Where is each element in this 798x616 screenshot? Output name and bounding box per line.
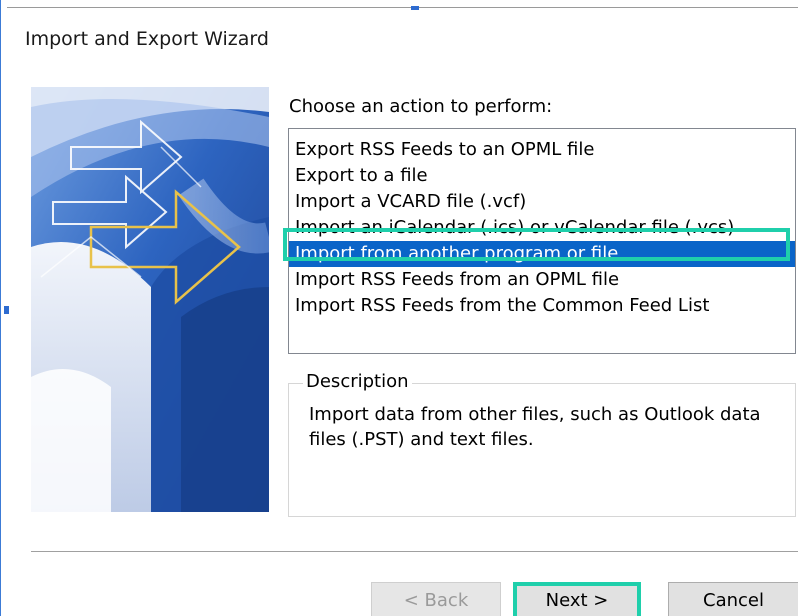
top-border: [7, 7, 798, 8]
list-item-import-vcard[interactable]: Import a VCARD file (.vcf): [289, 189, 795, 215]
list-item-import-rss-common-feed[interactable]: Import RSS Feeds from the Common Feed Li…: [289, 293, 795, 319]
list-item-export-to-file[interactable]: Export to a file: [289, 163, 795, 189]
list-item-import-from-program[interactable]: Import from another program or file: [289, 241, 795, 267]
list-item-export-rss-opml[interactable]: Export RSS Feeds to an OPML file: [289, 137, 795, 163]
action-listbox[interactable]: Export RSS Feeds to an OPML file Export …: [288, 128, 796, 354]
resize-handle-left[interactable]: [4, 306, 9, 314]
wizard-banner-image: [31, 87, 269, 512]
back-button[interactable]: < Back: [371, 582, 501, 616]
cancel-button[interactable]: Cancel: [668, 582, 798, 616]
import-export-wizard-dialog: Import and Export Wizard Choose an actio…: [0, 0, 798, 616]
list-item-import-icalendar[interactable]: Import an iCalendar (.ics) or vCalendar …: [289, 215, 795, 241]
dialog-title: Import and Export Wizard: [25, 28, 269, 50]
description-groupbox: Description Import data from other files…: [288, 371, 796, 517]
list-item-import-rss-opml[interactable]: Import RSS Feeds from an OPML file: [289, 267, 795, 293]
next-button[interactable]: Next >: [513, 582, 641, 616]
description-text: Import data from other files, such as Ou…: [309, 404, 761, 450]
action-prompt-label: Choose an action to perform:: [289, 96, 553, 117]
footer-divider: [31, 551, 798, 552]
description-label: Description: [303, 371, 412, 392]
wizard-arrows-illustration-icon: [31, 87, 269, 512]
resize-handle-top[interactable]: [411, 6, 419, 10]
